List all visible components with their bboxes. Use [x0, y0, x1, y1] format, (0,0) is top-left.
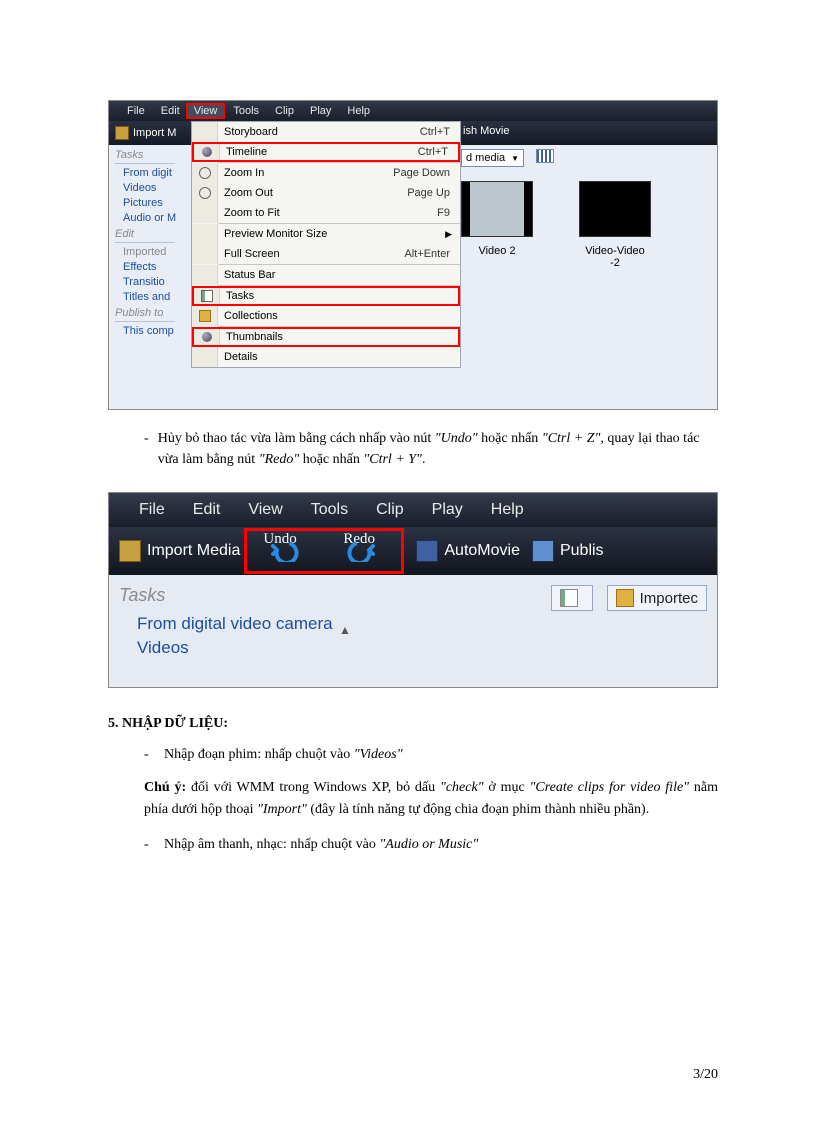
link-imported[interactable]: Imported [109, 243, 191, 258]
menu-play[interactable]: Play [418, 501, 477, 519]
menu-file[interactable]: File [119, 105, 153, 117]
tasks-view-button[interactable] [551, 585, 593, 611]
menu-item-timeline[interactable]: Timeline Ctrl+T [192, 142, 460, 162]
video-thumbnail[interactable]: Video 2 [461, 181, 533, 269]
view-icon[interactable] [536, 149, 554, 163]
menu-item-thumbnails[interactable]: Thumbnails [192, 327, 460, 347]
import-icon [115, 126, 129, 140]
imported-button[interactable]: Importec [607, 585, 707, 611]
toolbar: Import Media Undo Redo AutoMovie Publis [109, 527, 717, 575]
link-pictures[interactable]: Pictures [109, 194, 191, 209]
screenshot-undo-redo: File Edit View Tools Clip Play Help Impo… [108, 492, 718, 688]
publish-button[interactable]: Publis [560, 542, 604, 560]
menu-item-statusbar[interactable]: Status Bar [192, 265, 460, 285]
publish-fragment: ish Movie [463, 125, 509, 137]
menu-item-tasks[interactable]: Tasks [192, 286, 460, 306]
menu-item-storyboard[interactable]: Storyboard Ctrl+T [192, 122, 460, 142]
content-pane: d media ▼ Video 2 Video-Video -2 [461, 145, 717, 269]
publish-icon [532, 540, 554, 562]
menu-view[interactable]: View [234, 501, 296, 519]
section-edit: Edit [109, 224, 191, 240]
menu-view[interactable]: View [186, 103, 226, 119]
link-titles[interactable]: Titles and [109, 288, 191, 303]
menu-item-preview-size[interactable]: Preview Monitor Size ▶ [192, 224, 460, 244]
menu-item-fullscreen[interactable]: Full Screen Alt+Enter [192, 244, 460, 264]
tasks-icon [201, 290, 213, 302]
menu-clip[interactable]: Clip [362, 501, 418, 519]
menu-clip[interactable]: Clip [267, 105, 302, 117]
section-5-heading: 5. NHẬP DỮ LIỆU: [108, 716, 718, 732]
tasks-pane: Tasks From digit Videos Pictures Audio o… [109, 145, 191, 337]
undo-redo-highlight: Undo Redo [244, 528, 404, 574]
menu-item-collections[interactable]: Collections [192, 306, 460, 326]
menu-item-zoom-in[interactable]: Zoom In Page Down [192, 163, 460, 183]
thumbnail-caption: Video-Video -2 [579, 245, 651, 269]
film-frame-icon [461, 181, 533, 237]
automovie-icon [416, 540, 438, 562]
bullet-import-video: - Nhập đoạn phim: nhấp chuột vào "Videos… [144, 744, 718, 765]
import-media-button[interactable]: Import Media [147, 542, 240, 560]
menu-item-zoom-out[interactable]: Zoom Out Page Up [192, 183, 460, 203]
automovie-button[interactable]: AutoMovie [444, 542, 520, 560]
import-icon [119, 540, 141, 562]
menu-item-details[interactable]: Details [192, 347, 460, 367]
screenshot-view-menu: File Edit View Tools Clip Play Help Impo… [108, 100, 718, 410]
note-paragraph: Chú ý: đối với WMM trong Windows XP, bỏ … [144, 777, 718, 820]
undo-redo-description: - Hủy bỏ thao tác vừa làm bằng cách nhấp… [144, 428, 718, 470]
link-effects[interactable]: Effects [109, 258, 191, 273]
menubar: File Edit View Tools Clip Play Help [109, 101, 717, 121]
link-from-digital[interactable]: From digit [109, 164, 191, 179]
menu-item-zoom-fit[interactable]: Zoom to Fit F9 [192, 203, 460, 223]
menu-tools[interactable]: Tools [297, 501, 362, 519]
folder-icon [616, 589, 634, 607]
thumbnail-caption: Video 2 [461, 245, 533, 257]
folder-icon [199, 310, 211, 322]
chevron-down-icon: ▼ [511, 154, 519, 163]
menu-help[interactable]: Help [339, 105, 378, 117]
menu-tools[interactable]: Tools [225, 105, 267, 117]
import-button[interactable]: Import M [133, 127, 176, 139]
view-dropdown: Storyboard Ctrl+T Timeline Ctrl+T Zoom I… [191, 121, 461, 368]
link-transitions[interactable]: Transitio [109, 273, 191, 288]
section-publish: Publish to [109, 303, 191, 319]
submenu-arrow-icon: ▶ [445, 229, 452, 240]
menubar: File Edit View Tools Clip Play Help [109, 493, 717, 527]
page-number: 3/20 [693, 1067, 718, 1083]
redo-button[interactable] [347, 540, 375, 567]
menu-edit[interactable]: Edit [153, 105, 188, 117]
link-audio[interactable]: Audio or M [109, 209, 191, 224]
bullet-icon [202, 332, 212, 342]
link-this-computer[interactable]: This comp [109, 322, 191, 337]
link-videos[interactable]: Videos [109, 179, 191, 194]
menu-edit[interactable]: Edit [179, 501, 235, 519]
menu-help[interactable]: Help [477, 501, 538, 519]
menu-file[interactable]: File [125, 501, 179, 519]
bullet-icon [202, 147, 212, 157]
video-thumbnail[interactable]: Video-Video -2 [579, 181, 651, 269]
magnifier-icon [199, 187, 211, 199]
section-tasks: Tasks [109, 145, 191, 161]
undo-button[interactable] [271, 540, 299, 567]
bullet-import-audio: - Nhập âm thanh, nhạc: nhấp chuột vào "A… [144, 834, 718, 855]
collapse-arrow-icon[interactable]: ▲ [339, 623, 351, 637]
magnifier-icon [199, 167, 211, 179]
menu-play[interactable]: Play [302, 105, 339, 117]
collection-combo[interactable]: d media ▼ [461, 149, 524, 167]
film-frame-icon [579, 181, 651, 237]
tasks-icon [560, 589, 578, 607]
link-videos[interactable]: Videos [109, 634, 717, 658]
